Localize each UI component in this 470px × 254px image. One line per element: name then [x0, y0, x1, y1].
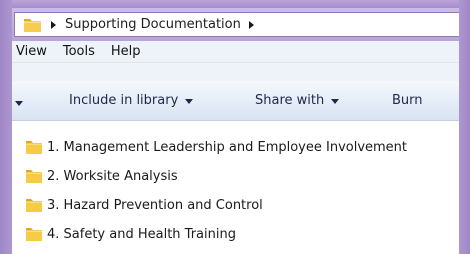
burn-button[interactable]: Burn: [392, 93, 423, 108]
file-list: 1. Management Leadership and Employee In…: [12, 121, 459, 254]
share-with-button[interactable]: Share with: [255, 93, 340, 108]
include-in-library-label: Include in library: [69, 93, 179, 108]
command-bar: Include in library Share with Burn: [12, 81, 459, 121]
folder-icon: [26, 141, 42, 154]
folder-icon: [24, 19, 41, 32]
folder-icon: [26, 170, 42, 183]
breadcrumb-supporting-documentation[interactable]: Supporting Documentation: [65, 17, 241, 32]
file-name: 1. Management Leadership and Employee In…: [47, 139, 408, 155]
chevron-down-icon: [331, 98, 340, 104]
window-frame-left: [0, 0, 12, 254]
list-item[interactable]: 2. Worksite Analysis: [25, 165, 178, 187]
chevron-down-icon: [15, 101, 23, 106]
share-with-label: Share with: [255, 93, 325, 108]
menu-help[interactable]: Help: [103, 44, 149, 59]
folder-icon: [26, 199, 42, 212]
menu-view[interactable]: View: [12, 44, 55, 59]
file-name: 2. Worksite Analysis: [47, 168, 178, 184]
menu-bar: View Tools Help: [12, 41, 459, 81]
file-name: 4. Safety and Health Training: [47, 226, 236, 242]
chevron-down-icon: [185, 98, 194, 104]
breadcrumb-chevron-icon[interactable]: [51, 20, 56, 29]
address-bar: Supporting Documentation: [12, 8, 459, 41]
address-box[interactable]: Supporting Documentation: [14, 12, 459, 37]
list-item[interactable]: 1. Management Leadership and Employee In…: [25, 136, 407, 158]
organize-dropdown[interactable]: [15, 100, 23, 106]
burn-label: Burn: [392, 93, 423, 108]
include-in-library-button[interactable]: Include in library: [69, 93, 194, 108]
window-frame-right: [459, 0, 470, 254]
folder-icon: [26, 228, 42, 241]
window-frame-top: [0, 0, 470, 8]
list-item[interactable]: 4. Safety and Health Training: [25, 223, 236, 245]
breadcrumb-chevron-icon[interactable]: [248, 20, 254, 29]
list-item[interactable]: 3. Hazard Prevention and Control: [25, 194, 263, 216]
file-name: 3. Hazard Prevention and Control: [47, 197, 263, 213]
menu-tools[interactable]: Tools: [55, 44, 103, 59]
